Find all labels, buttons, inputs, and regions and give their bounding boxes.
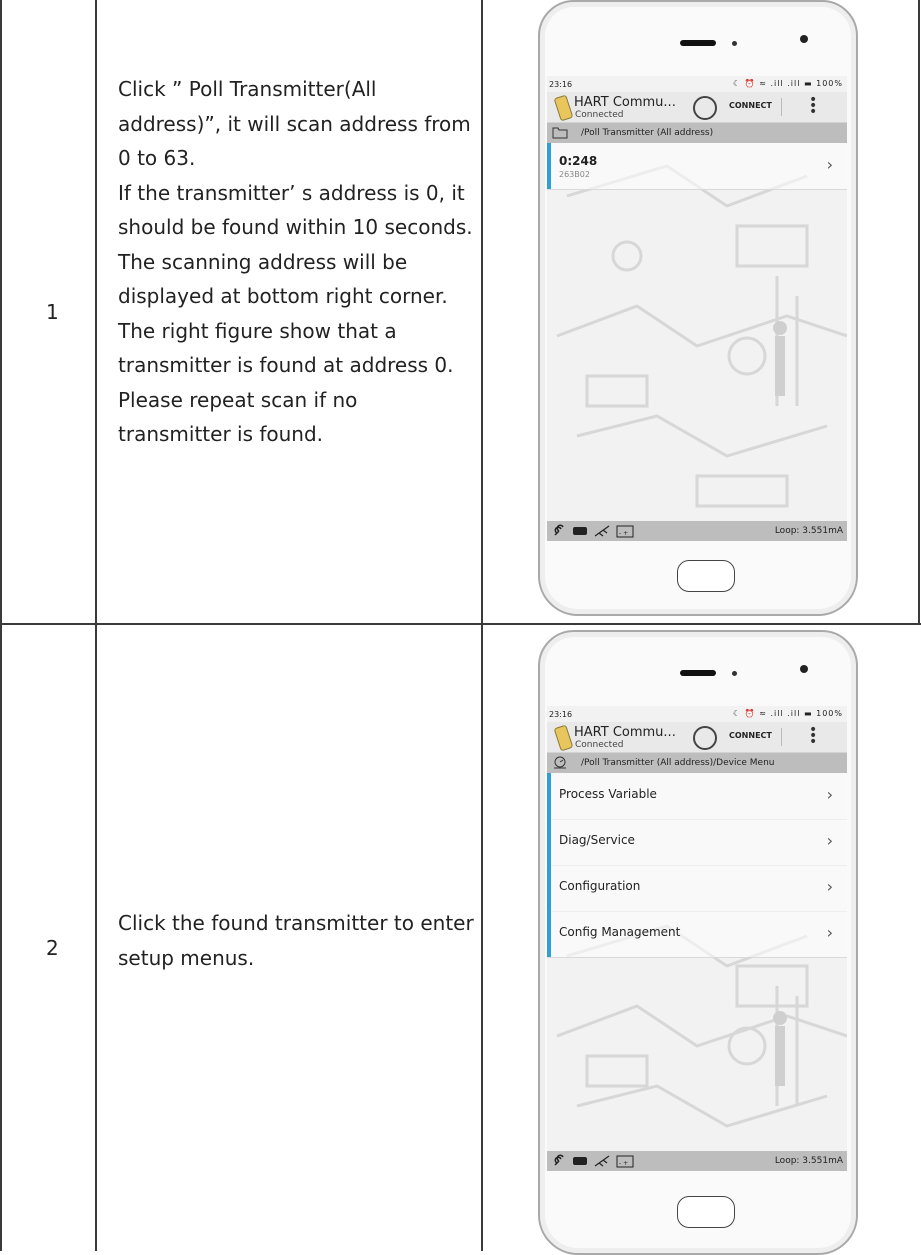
more-options-icon[interactable]: • • • xyxy=(809,93,817,119)
chevron-right-icon: › xyxy=(826,877,833,896)
breadcrumb-path: /Poll Transmitter (All address)/Device M… xyxy=(581,758,775,768)
device-address: 0:248 xyxy=(559,154,598,168)
list-item-device[interactable]: 0:248 263B02 › xyxy=(547,143,847,190)
power-icon: - + xyxy=(616,1155,634,1168)
link-icon xyxy=(554,1154,564,1166)
probe-icon xyxy=(594,525,610,537)
row-accent xyxy=(547,865,551,911)
battery-icon xyxy=(573,527,587,535)
phone-mockup: 23:16 ☾ ⏰ ≈ .ill .ill ▬ 100% HART Commu.… xyxy=(538,630,858,1255)
progress-spinner-icon xyxy=(693,726,717,750)
proximity-sensor xyxy=(800,35,808,43)
step-number: 1 xyxy=(46,300,59,324)
front-camera xyxy=(732,41,737,46)
front-camera xyxy=(732,671,737,676)
progress-spinner-icon xyxy=(693,96,717,120)
svg-text:- +: - + xyxy=(619,530,628,537)
loop-current: Loop: 3.551mA xyxy=(774,1156,843,1166)
folder-icon xyxy=(552,127,568,139)
gauge-icon xyxy=(554,756,566,769)
table-left-border xyxy=(0,0,2,1251)
row-accent xyxy=(547,819,551,865)
bottom-status-bar: - + Loop: 3.551mA xyxy=(547,521,847,541)
status-icon-group: - + xyxy=(554,1154,634,1168)
menu-item-configuration[interactable]: Configuration › xyxy=(547,865,847,912)
row-accent xyxy=(547,911,551,957)
loop-current: Loop: 3.551mA xyxy=(774,526,843,536)
bottom-status-bar: - + Loop: 3.551mA xyxy=(547,1151,847,1171)
status-time: 23:16 xyxy=(549,80,573,89)
status-bar: 23:16 ☾ ⏰ ≈ .ill .ill ▬ 100% xyxy=(547,706,847,722)
connect-button[interactable]: CONNECT xyxy=(729,731,772,740)
chevron-right-icon: › xyxy=(826,785,833,804)
svg-text:- +: - + xyxy=(619,1160,628,1167)
home-button[interactable] xyxy=(677,560,735,592)
menu-item-diag-service[interactable]: Diag/Service › xyxy=(547,819,847,866)
step-description: Click ” Poll Transmitter(All address)”, … xyxy=(118,77,473,446)
breadcrumb-path: /Poll Transmitter (All address) xyxy=(581,128,714,138)
link-icon xyxy=(554,524,564,536)
connection-status: Connected xyxy=(575,740,624,750)
status-time: 23:16 xyxy=(549,710,573,719)
speaker-grille xyxy=(680,670,716,676)
more-options-icon[interactable]: • • • xyxy=(809,723,817,749)
home-button[interactable] xyxy=(677,1196,735,1228)
battery-icon xyxy=(573,1157,587,1165)
phone-mockup: 23:16 ☾ ⏰ ≈ .ill .ill ▬ 100% HART Commu.… xyxy=(538,0,858,616)
probe-icon xyxy=(594,1155,610,1167)
status-icons: ☾ ⏰ ≈ .ill .ill ▬ 100% xyxy=(733,709,843,718)
connect-button[interactable]: CONNECT xyxy=(729,101,772,110)
speaker-grille xyxy=(680,40,716,46)
hart-device-icon xyxy=(553,94,574,122)
table-right-border xyxy=(918,0,920,625)
step-number: 2 xyxy=(46,936,59,960)
power-icon: - + xyxy=(616,525,634,538)
status-icons: ☾ ⏰ ≈ .ill .ill ▬ 100% xyxy=(733,79,843,88)
phone-screen: 23:16 ☾ ⏰ ≈ .ill .ill ▬ 100% HART Commu.… xyxy=(547,76,847,541)
divider xyxy=(781,98,782,116)
app-title: HART Commu... xyxy=(574,725,676,740)
chevron-right-icon: › xyxy=(826,831,833,850)
connection-status: Connected xyxy=(575,110,624,120)
proximity-sensor xyxy=(800,665,808,673)
menu-item-label: Process Variable xyxy=(559,787,657,801)
menu-item-label: Diag/Service xyxy=(559,833,635,847)
row-accent xyxy=(547,773,551,819)
table-col-divider-2 xyxy=(481,0,483,1251)
menu-item-label: Config Management xyxy=(559,925,681,939)
chevron-right-icon: › xyxy=(826,923,833,942)
table-row-divider xyxy=(0,623,921,625)
app-bar: HART Commu... Connected CONNECT • • • xyxy=(547,92,847,123)
status-bar: 23:16 ☾ ⏰ ≈ .ill .ill ▬ 100% xyxy=(547,76,847,92)
breadcrumb: /Poll Transmitter (All address)/Device M… xyxy=(547,753,847,773)
hart-device-icon xyxy=(553,724,574,752)
table-col-divider-1 xyxy=(95,0,97,1251)
menu-item-config-management[interactable]: Config Management › xyxy=(547,911,847,958)
app-title: HART Commu... xyxy=(574,95,676,110)
phone-screen: 23:16 ☾ ⏰ ≈ .ill .ill ▬ 100% HART Commu.… xyxy=(547,706,847,1171)
divider xyxy=(781,728,782,746)
status-icon-group: - + xyxy=(554,524,634,538)
menu-item-process-variable[interactable]: Process Variable › xyxy=(547,773,847,820)
device-id: 263B02 xyxy=(559,170,590,179)
app-bar: HART Commu... Connected CONNECT • • • xyxy=(547,722,847,753)
breadcrumb: /Poll Transmitter (All address) xyxy=(547,123,847,143)
row-accent xyxy=(547,143,551,189)
menu-item-label: Configuration xyxy=(559,879,641,893)
step-description: Click the found transmitter to enter set… xyxy=(118,911,474,970)
chevron-right-icon: › xyxy=(826,155,833,174)
